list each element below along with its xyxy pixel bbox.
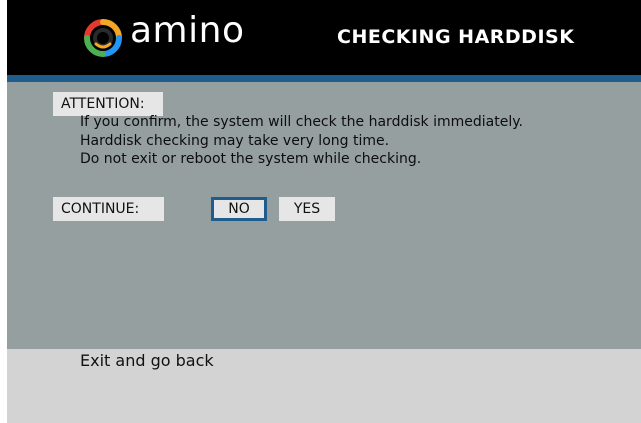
header-bar: amino CHECKING HARDDISK [7, 0, 641, 75]
amino-logo-icon [84, 19, 122, 57]
accent-divider [7, 75, 641, 82]
footer-bar: Exit and go back [7, 349, 641, 423]
message-line-2: Harddisk checking may take very long tim… [80, 133, 390, 149]
message-line-3: Do not exit or reboot the system while c… [80, 151, 422, 167]
attention-label: ATTENTION: [53, 92, 163, 116]
no-button[interactable]: NO [211, 197, 267, 221]
brand-name: amino [130, 10, 245, 51]
screen-title: CHECKING HARDDISK [337, 26, 575, 48]
yes-button[interactable]: YES [279, 197, 335, 221]
exit-hint: Exit and go back [80, 351, 214, 370]
screen: amino CHECKING HARDDISK ATTENTION: If yo… [7, 0, 641, 423]
message-line-1: If you confirm, the system will check th… [80, 114, 523, 130]
main-panel: ATTENTION: If you confirm, the system wi… [7, 82, 641, 349]
continue-label: CONTINUE: [53, 197, 164, 221]
